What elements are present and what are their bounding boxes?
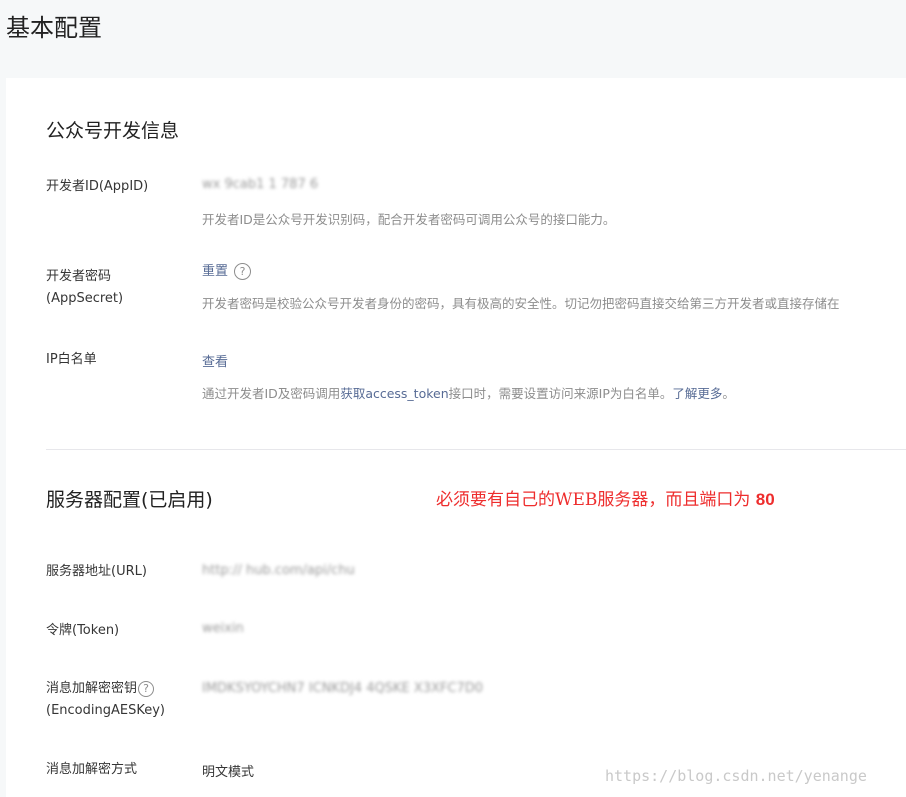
encrypt-mode-label: 消息加解密方式 [46,762,138,777]
server-url-label: 服务器地址(URL) [46,564,147,579]
appid-value: wx 9cab1 1 787 6 [202,177,319,192]
page-title: 基本配置 [6,14,102,42]
ip-desc-middle: 接口时，需要设置访问来源IP为白名单。 [448,386,673,401]
reset-secret-link[interactable]: 重置 [202,264,228,279]
token-value: weixin [202,621,244,636]
aes-key-label-line2: (EncodingAESKey) [46,703,165,718]
access-token-link[interactable]: 获取access_token [340,386,448,401]
ip-whitelist-actions: 查看 [202,351,228,370]
ip-whitelist-desc: 通过开发者ID及密码调用获取access_token接口时，需要设置访问来源IP… [202,383,735,402]
appid-label: 开发者ID(AppID) [46,179,149,194]
ip-desc-prefix: 通过开发者ID及密码调用 [202,386,341,401]
encrypt-mode-value: 明文模式 [202,765,255,780]
appid-desc: 开发者ID是公众号开发识别码，配合开发者密码可调用公众号的接口能力。 [202,212,616,227]
server-url-value: http:// hub.com/api/chu [202,563,355,578]
ip-desc-end: 。 [722,386,735,401]
annotation-note: 必须要有自己的WEB服务器，而且端口为 80 [436,485,775,510]
aes-key-label: 消息加解密密钥? (EncodingAESKey) [46,678,165,722]
aes-key-value: IMDKSYOYCHN7 ICNKDJ4 4QSKE X3XFC7D0 [202,681,484,696]
learn-more-link[interactable]: 了解更多 [672,386,722,401]
appsecret-desc: 开发者密码是校验公众号开发者身份的密码，具有极高的安全性。切记勿把密码直接交给第… [202,296,840,311]
ip-whitelist-label: IP白名单 [46,352,97,367]
config-card: 公众号开发信息 开发者ID(AppID) wx 9cab1 1 787 6 开发… [6,78,906,797]
aes-key-label-line1: 消息加解密密钥? [46,678,165,700]
annotation-text: 必须要有自己的WEB服务器，而且端口为 [436,490,756,510]
appsecret-label: 开发者密码 (AppSecret) [46,266,123,310]
server-config-section-title: 服务器配置(已启用) [46,489,213,511]
appsecret-label-line2: (AppSecret) [46,291,124,306]
appsecret-actions: 重置? [202,260,252,280]
help-circle-icon[interactable]: ? [234,263,252,280]
section-divider [46,449,906,450]
annotation-port: 80 [755,490,775,509]
appsecret-label-line1: 开发者密码 [46,269,112,284]
dev-info-section-title: 公众号开发信息 [46,120,180,142]
token-label: 令牌(Token) [46,623,120,638]
view-whitelist-link[interactable]: 查看 [202,355,228,370]
help-circle-icon[interactable]: ? [138,680,155,697]
watermark: https://blog.csdn.net/yenange [605,767,867,785]
